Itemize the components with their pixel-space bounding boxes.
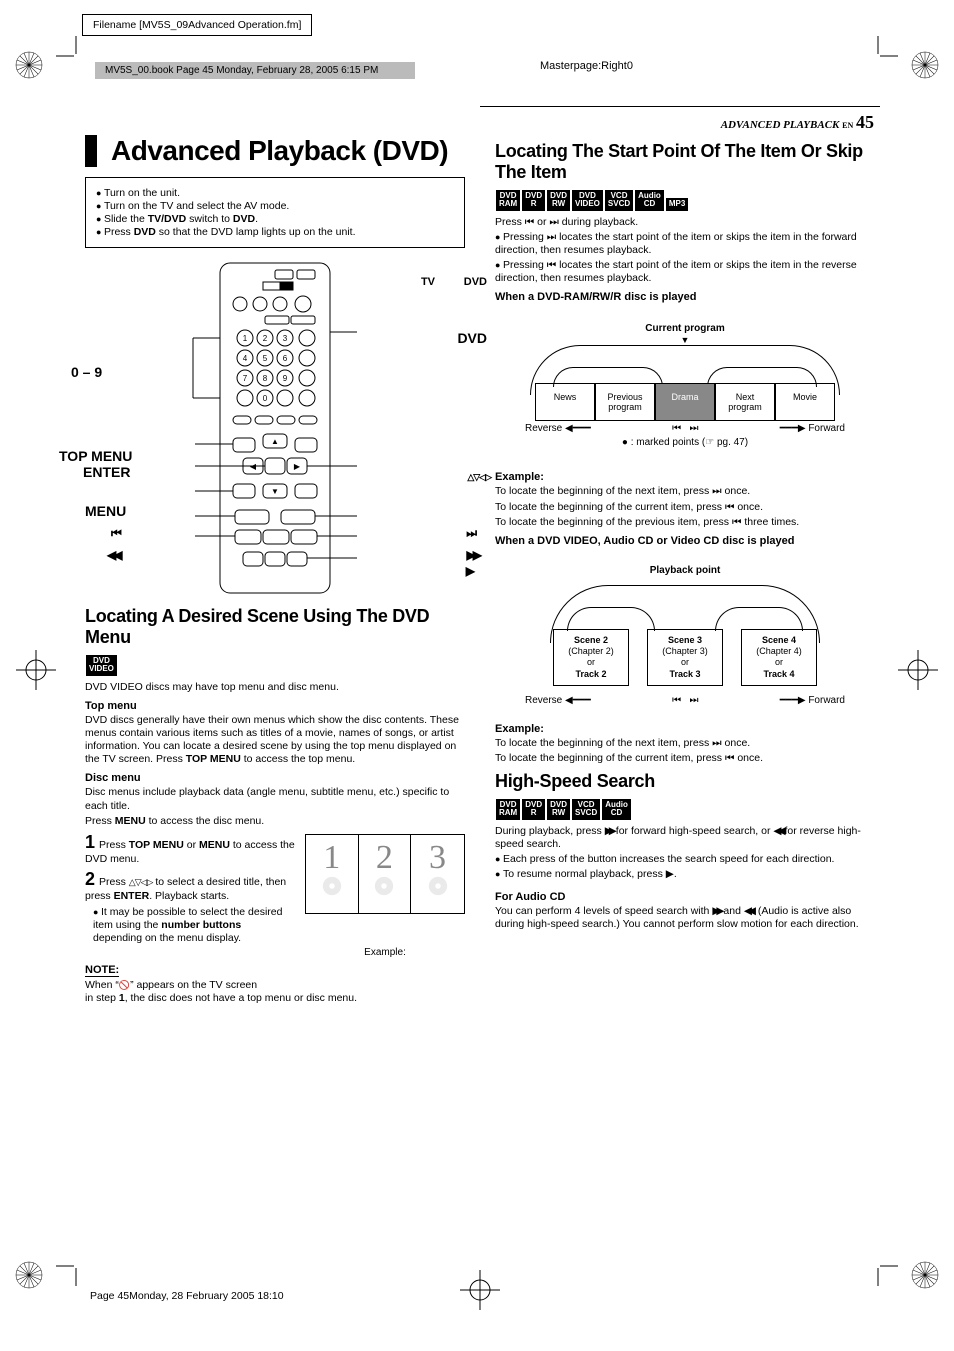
- remote-label-dvd-switch: DVD: [464, 276, 487, 288]
- play-icon: ▶: [466, 564, 475, 578]
- svg-text:9: 9: [283, 374, 288, 383]
- printer-mark-radial: [910, 1260, 940, 1290]
- ffwd-icon: ▶▶: [467, 548, 479, 562]
- bullet: Pressing locates the start point of the …: [495, 259, 875, 285]
- h-disc-menu: Disc menu: [85, 772, 465, 784]
- svg-text:0: 0: [263, 394, 268, 403]
- remote-label-navarrows: △▽◁▷: [467, 472, 491, 483]
- svg-text:8: 8: [263, 374, 268, 383]
- footer-info: Page 45Monday, 28 February 2005 18:10: [90, 1290, 284, 1302]
- svg-text:▼: ▼: [271, 487, 279, 496]
- example-heading: Example:: [495, 471, 875, 483]
- example-heading: Example:: [495, 723, 875, 735]
- example-thumbnail: 1 2 3: [305, 834, 465, 914]
- svg-text:3: 3: [283, 334, 288, 343]
- section-locate-start: Locating The Start Point Of The Item Or …: [495, 141, 875, 183]
- printer-mark-radial: [910, 50, 940, 80]
- step-bullet: It may be possible to select the desired…: [93, 906, 293, 945]
- remote-label-enter: ENTER: [83, 464, 130, 480]
- crop-mark: [56, 36, 82, 62]
- p: To locate the beginning of the next item…: [495, 485, 875, 498]
- section-locate-scene: Locating A Desired Scene Using The DVD M…: [85, 606, 465, 648]
- section-high-speed: High-Speed Search: [495, 771, 875, 792]
- registration-mark: [898, 650, 938, 690]
- svg-text:2: 2: [263, 334, 268, 343]
- remote-illustration: TV DVD DVD 0 – 9 TOP MENU ENTER MENU △▽◁…: [85, 258, 465, 598]
- when-ram-heading: When a DVD-RAM/RW/R disc is played: [495, 291, 875, 303]
- diagram-video: Playback point Scene 2(Chapter 2)orTrack…: [495, 549, 875, 717]
- masterpage-label: Masterpage:Right0: [540, 60, 633, 72]
- registration-mark: [16, 650, 56, 690]
- format-badges: DVDRAMDVDRDVDRWDVDVIDEOVCDSVCDAudioCDMP3: [495, 189, 875, 212]
- skip-prev-icon: ⏮: [111, 526, 122, 541]
- note-text: When “” appears on the TV screenin step …: [85, 979, 465, 1005]
- format-badges: DVDVIDEO: [85, 654, 465, 677]
- p: Disc menus include playback data (angle …: [85, 786, 465, 812]
- diagram-ram: Current program ▼ NewsPrevious programDr…: [495, 305, 875, 465]
- h-top-menu: Top menu: [85, 700, 465, 712]
- setup-box: Turn on the unit.Turn on the TV and sele…: [85, 177, 465, 248]
- svg-text:6: 6: [283, 354, 288, 363]
- bullet: Each press of the button increases the s…: [495, 853, 875, 866]
- printer-mark-radial: [14, 50, 44, 80]
- p: To locate the beginning of the next item…: [495, 737, 875, 750]
- p: DVD discs generally have their own menus…: [85, 714, 465, 767]
- right-column: Locating The Start Point Of The Item Or …: [495, 135, 875, 1007]
- printer-mark-radial: [14, 1260, 44, 1290]
- svg-text:▶: ▶: [294, 462, 301, 471]
- remote-svg: 1 2 3 4 5 6 7 8 9 0: [185, 258, 365, 598]
- svg-text:4: 4: [243, 354, 248, 363]
- for-audio-cd: For Audio CD: [495, 891, 875, 903]
- remote-label-dvd: DVD: [457, 330, 487, 346]
- left-column: Advanced Playback (DVD) Turn on the unit…: [85, 135, 465, 1007]
- p: To locate the beginning of the current i…: [495, 752, 875, 765]
- svg-text:7: 7: [243, 374, 248, 383]
- bullet: Pressing locates the start point of the …: [495, 231, 875, 257]
- p: DVD VIDEO discs may have top menu and di…: [85, 681, 465, 694]
- registration-mark: [460, 1270, 500, 1310]
- example-caption: Example:: [305, 947, 465, 958]
- filename-bar: Filename [MV5S_09Advanced Operation.fm]: [82, 14, 312, 36]
- book-bar: MV5S_00.book Page 45 Monday, February 28…: [95, 62, 415, 79]
- p: During playback, press for forward high-…: [495, 825, 875, 851]
- remote-label-tv: TV: [421, 276, 435, 288]
- svg-text:1: 1: [243, 334, 248, 343]
- p: To locate the beginning of the previous …: [495, 516, 875, 529]
- format-badges: DVDRAMDVDRDVDRWVCDSVCDAudioCD: [495, 798, 875, 821]
- bullet: To resume normal playback, press .: [495, 868, 875, 881]
- header-rule: [480, 106, 880, 107]
- remote-label-0-9: 0 – 9: [71, 364, 102, 380]
- page-header: ADVANCED PLAYBACK EN 45: [721, 112, 874, 133]
- svg-text:5: 5: [263, 354, 268, 363]
- svg-text:▲: ▲: [271, 437, 279, 446]
- note-heading: NOTE:: [85, 964, 119, 977]
- crop-mark: [56, 1260, 82, 1286]
- when-video-heading: When a DVD VIDEO, Audio CD or Video CD d…: [495, 535, 875, 547]
- main-title: Advanced Playback (DVD): [85, 135, 465, 167]
- rewind-icon: ◀◀: [107, 548, 119, 562]
- p: Press or during playback.: [495, 216, 875, 229]
- crop-mark: [872, 36, 898, 62]
- p: You can perform 4 levels of speed search…: [495, 905, 875, 931]
- p: Press MENU to access the disc menu.: [85, 815, 465, 828]
- remote-label-menu: MENU: [85, 503, 126, 519]
- skip-next-icon: ⏭: [466, 526, 477, 541]
- p: To locate the beginning of the current i…: [495, 501, 875, 514]
- crop-mark: [872, 1260, 898, 1286]
- remote-label-top-menu: TOP MENU: [59, 448, 132, 464]
